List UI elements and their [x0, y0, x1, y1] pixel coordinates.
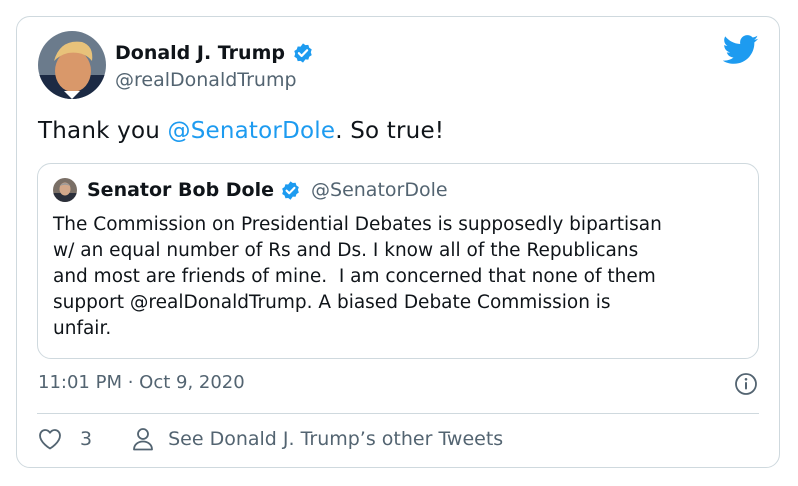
quoted-header: Senator Bob Dole @SenatorDole	[87, 179, 448, 201]
quoted-tweet-text: The Commission on Presidential Debates i…	[53, 214, 662, 339]
verified-badge-icon	[282, 180, 299, 200]
info-icon[interactable]	[734, 372, 758, 396]
tweet-actions: 3 See Donald J. Trump’s other Tweets	[38, 427, 503, 451]
heart-icon	[39, 429, 61, 450]
author-name[interactable]: Donald J. Trump	[115, 42, 285, 64]
other-tweets-label: See Donald J. Trump’s other Tweets	[168, 428, 504, 450]
like-count: 3	[80, 428, 93, 450]
quoted-author-name: Senator Bob Dole	[87, 179, 275, 201]
person-icon	[133, 428, 153, 451]
tweet-timestamp[interactable]: 11:01 PM · Oct 9, 2020	[38, 372, 245, 393]
author-handle[interactable]: @realDonaldTrump	[115, 69, 297, 91]
mention-link[interactable]: @SenatorDole	[168, 118, 336, 144]
embedded-tweet-card: Donald J. Trump @realDonaldTrump Thank y…	[16, 16, 780, 468]
divider	[37, 413, 759, 414]
verified-badge-icon	[294, 43, 312, 63]
tweet-text-prefix: Thank you	[38, 118, 168, 144]
quoted-author-handle: @SenatorDole	[311, 179, 448, 201]
author-avatar[interactable]	[38, 31, 106, 99]
tweet-text-suffix: . So true!	[335, 118, 445, 144]
twitter-bird-icon[interactable]	[723, 35, 759, 65]
other-tweets-link[interactable]: See Donald J. Trump’s other Tweets	[132, 427, 503, 451]
quoted-author-avatar	[53, 178, 77, 202]
quoted-tweet[interactable]: Senator Bob Dole @SenatorDole The Commis…	[37, 163, 759, 359]
like-button[interactable]: 3	[38, 428, 92, 450]
tweet-text: Thank you @SenatorDole. So true!	[38, 118, 444, 144]
author-name-row: Donald J. Trump	[115, 42, 314, 64]
